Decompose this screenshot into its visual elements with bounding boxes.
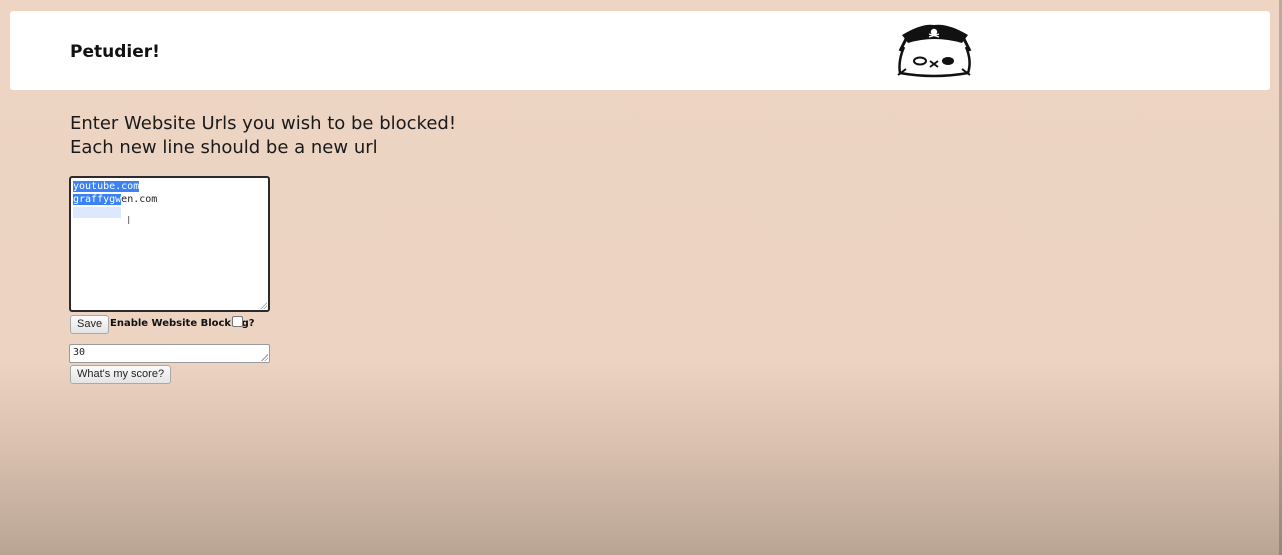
pirate-cat-icon	[897, 24, 972, 78]
text-cursor-icon: I	[127, 214, 131, 227]
resize-handle[interactable]	[261, 354, 268, 361]
score-value: 30	[73, 347, 86, 358]
save-button[interactable]: Save	[70, 315, 110, 334]
score-textarea[interactable]: 30	[69, 344, 270, 363]
instructions-line-1: Enter Website Urls you wish to be blocke…	[70, 113, 457, 134]
whats-my-score-button[interactable]: What's my score?	[70, 365, 172, 384]
instructions-line-2: Each new line should be a new url	[70, 137, 378, 158]
url-line-empty: ........	[73, 206, 266, 219]
url-line: youtube.com	[73, 181, 140, 192]
brand-title: Petudier!	[70, 42, 160, 62]
enable-blocking-checkbox[interactable]	[232, 316, 243, 327]
instructions: Enter Website Urls you wish to be blocke…	[70, 112, 456, 160]
resize-handle[interactable]	[260, 302, 267, 309]
url-line: graffygwen.com	[73, 194, 158, 205]
blocked-urls-textarea[interactable]: youtube.com graffygwen.com ........ I	[69, 176, 270, 312]
header-bar: Petudier!	[10, 11, 1270, 90]
